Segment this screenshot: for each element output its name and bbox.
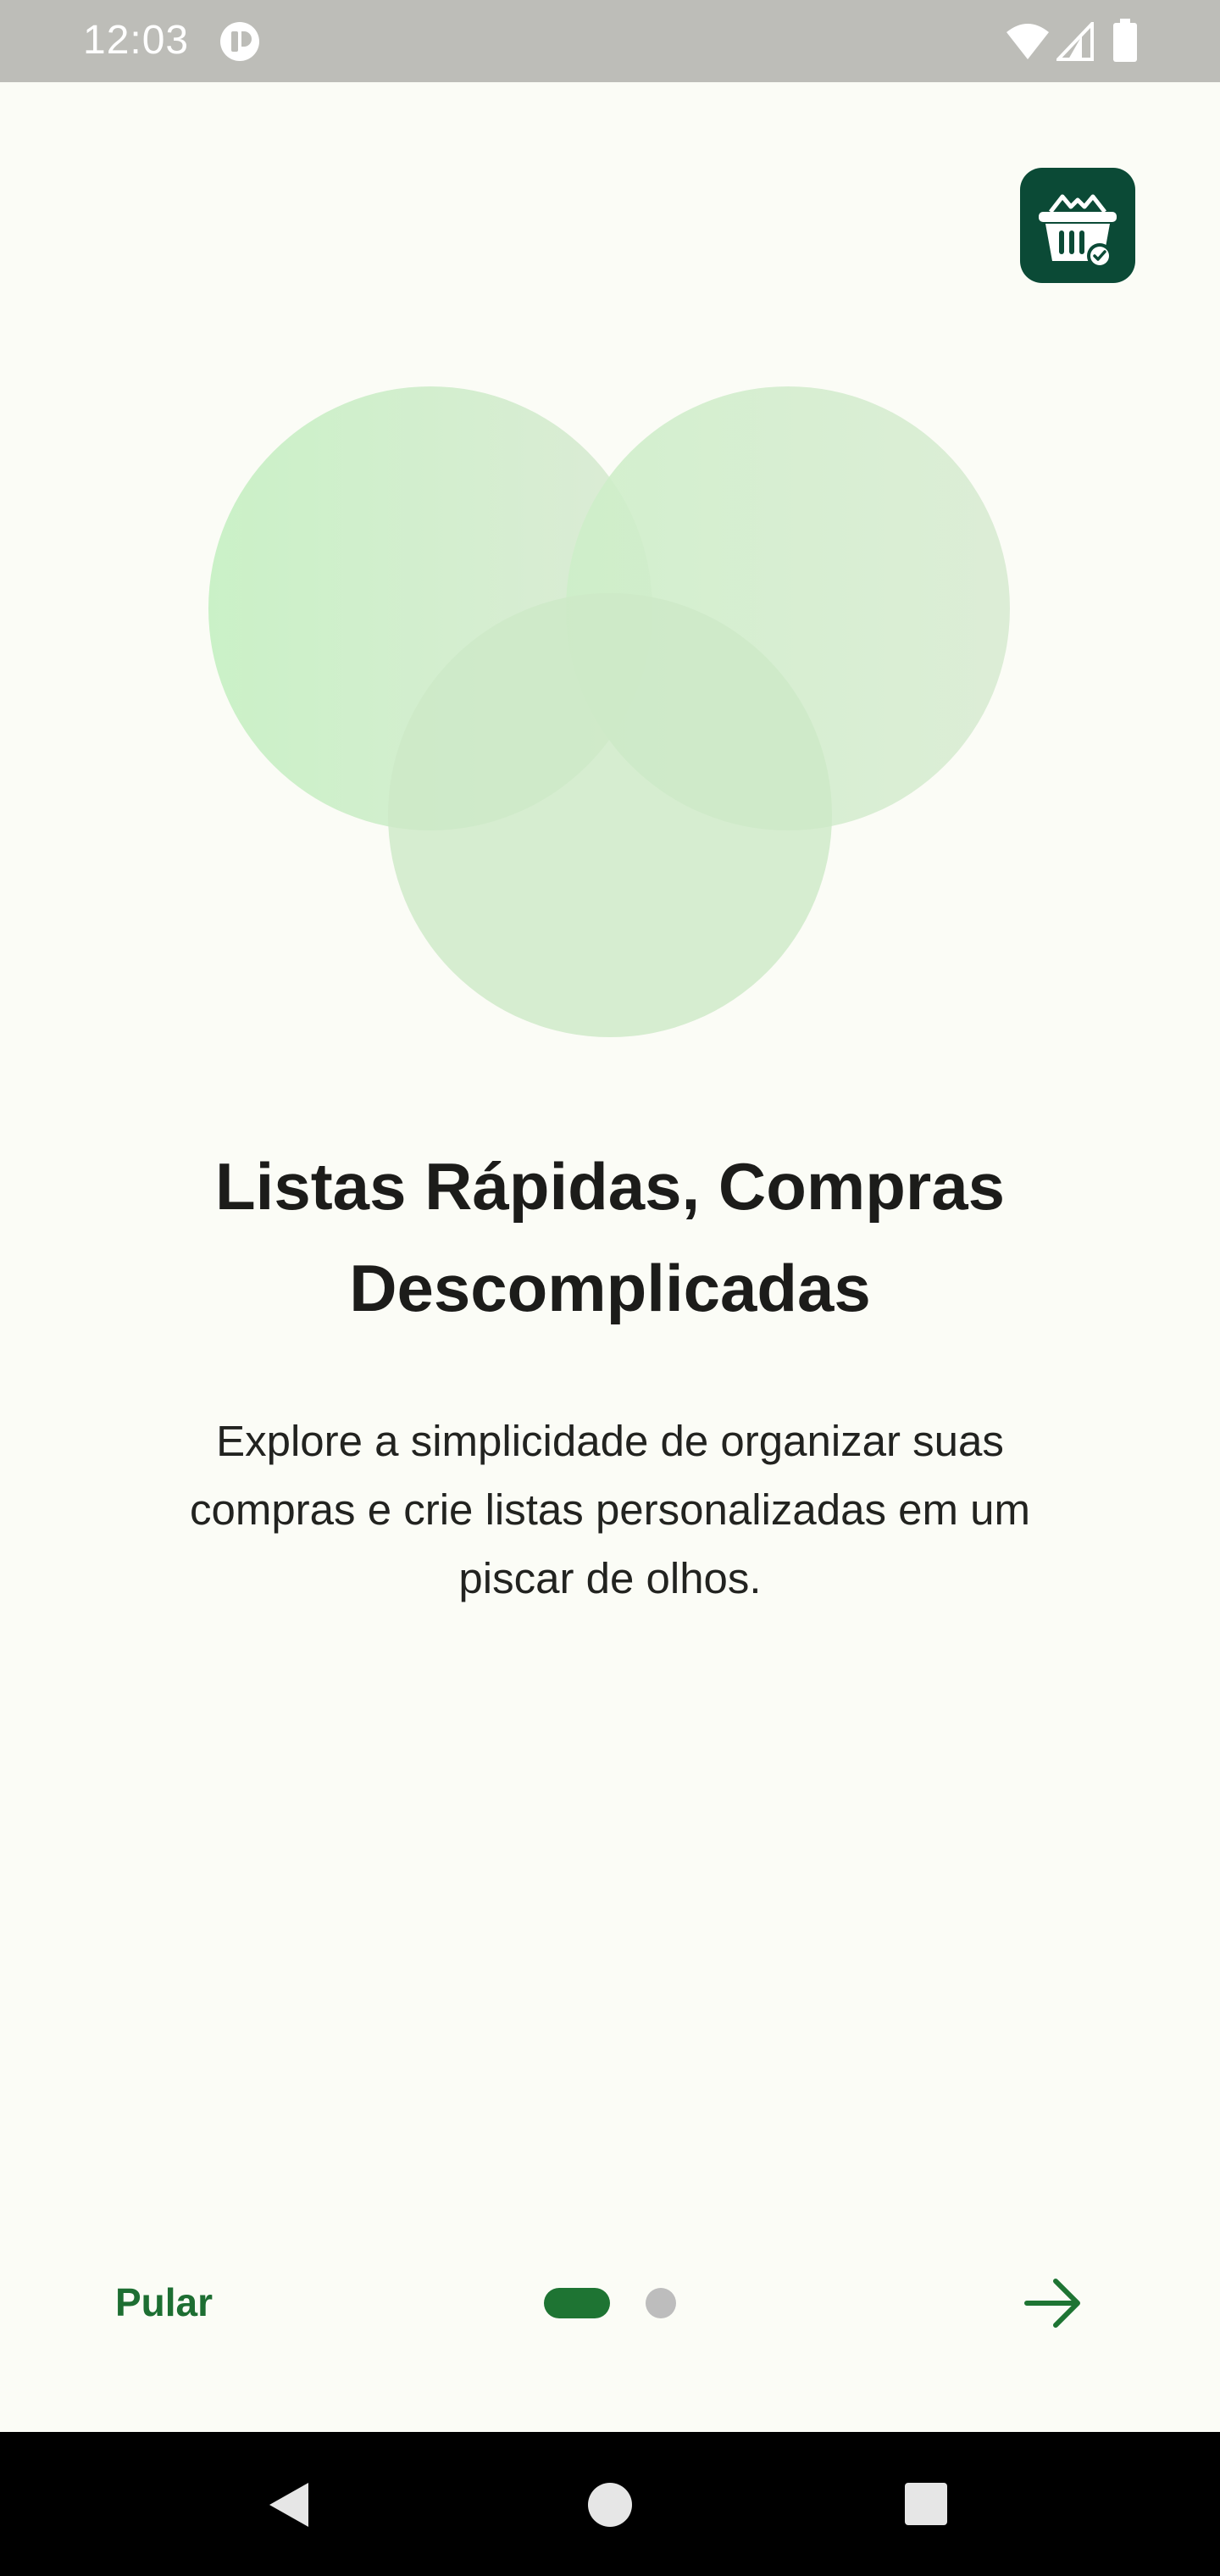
wifi-icon [1006, 24, 1049, 59]
onboarding-illustration [208, 386, 1010, 1037]
page-dot-inactive[interactable] [646, 2288, 676, 2318]
description-line-2: compras e crie listas personalizadas em … [189, 1485, 1031, 1534]
description-line-1: Explore a simplicidade de organizar suas [216, 1417, 1004, 1465]
skip-button[interactable]: Pular [115, 2279, 213, 2325]
circle-home-icon[interactable] [586, 2481, 634, 2529]
onboarding-description: Explore a simplicidade de organizar suas… [110, 1407, 1110, 1613]
page-indicator [544, 2288, 679, 2318]
app-notification-icon [220, 22, 259, 61]
app-logo [1020, 168, 1135, 283]
status-bar: 12:03 [0, 0, 1220, 82]
battery-icon [1113, 19, 1137, 62]
arrow-right-icon [1024, 2279, 1080, 2328]
description-line-3: piscar de olhos. [458, 1554, 762, 1602]
square-recents-icon[interactable] [903, 2481, 949, 2527]
cell-signal-icon [1056, 22, 1094, 61]
title-line-1: Listas Rápidas, Compras [215, 1149, 1005, 1224]
onboarding-title: Listas Rápidas, Compras Descomplicadas [102, 1135, 1118, 1339]
title-line-2: Descomplicadas [349, 1251, 871, 1325]
next-button[interactable] [1022, 2276, 1086, 2330]
page-dot-active [544, 2288, 610, 2318]
status-time: 12:03 [83, 18, 190, 63]
illustration-circle-bottom [388, 593, 832, 1037]
triangle-back-icon[interactable] [264, 2479, 315, 2530]
shopping-basket-check-icon [1039, 194, 1117, 269]
